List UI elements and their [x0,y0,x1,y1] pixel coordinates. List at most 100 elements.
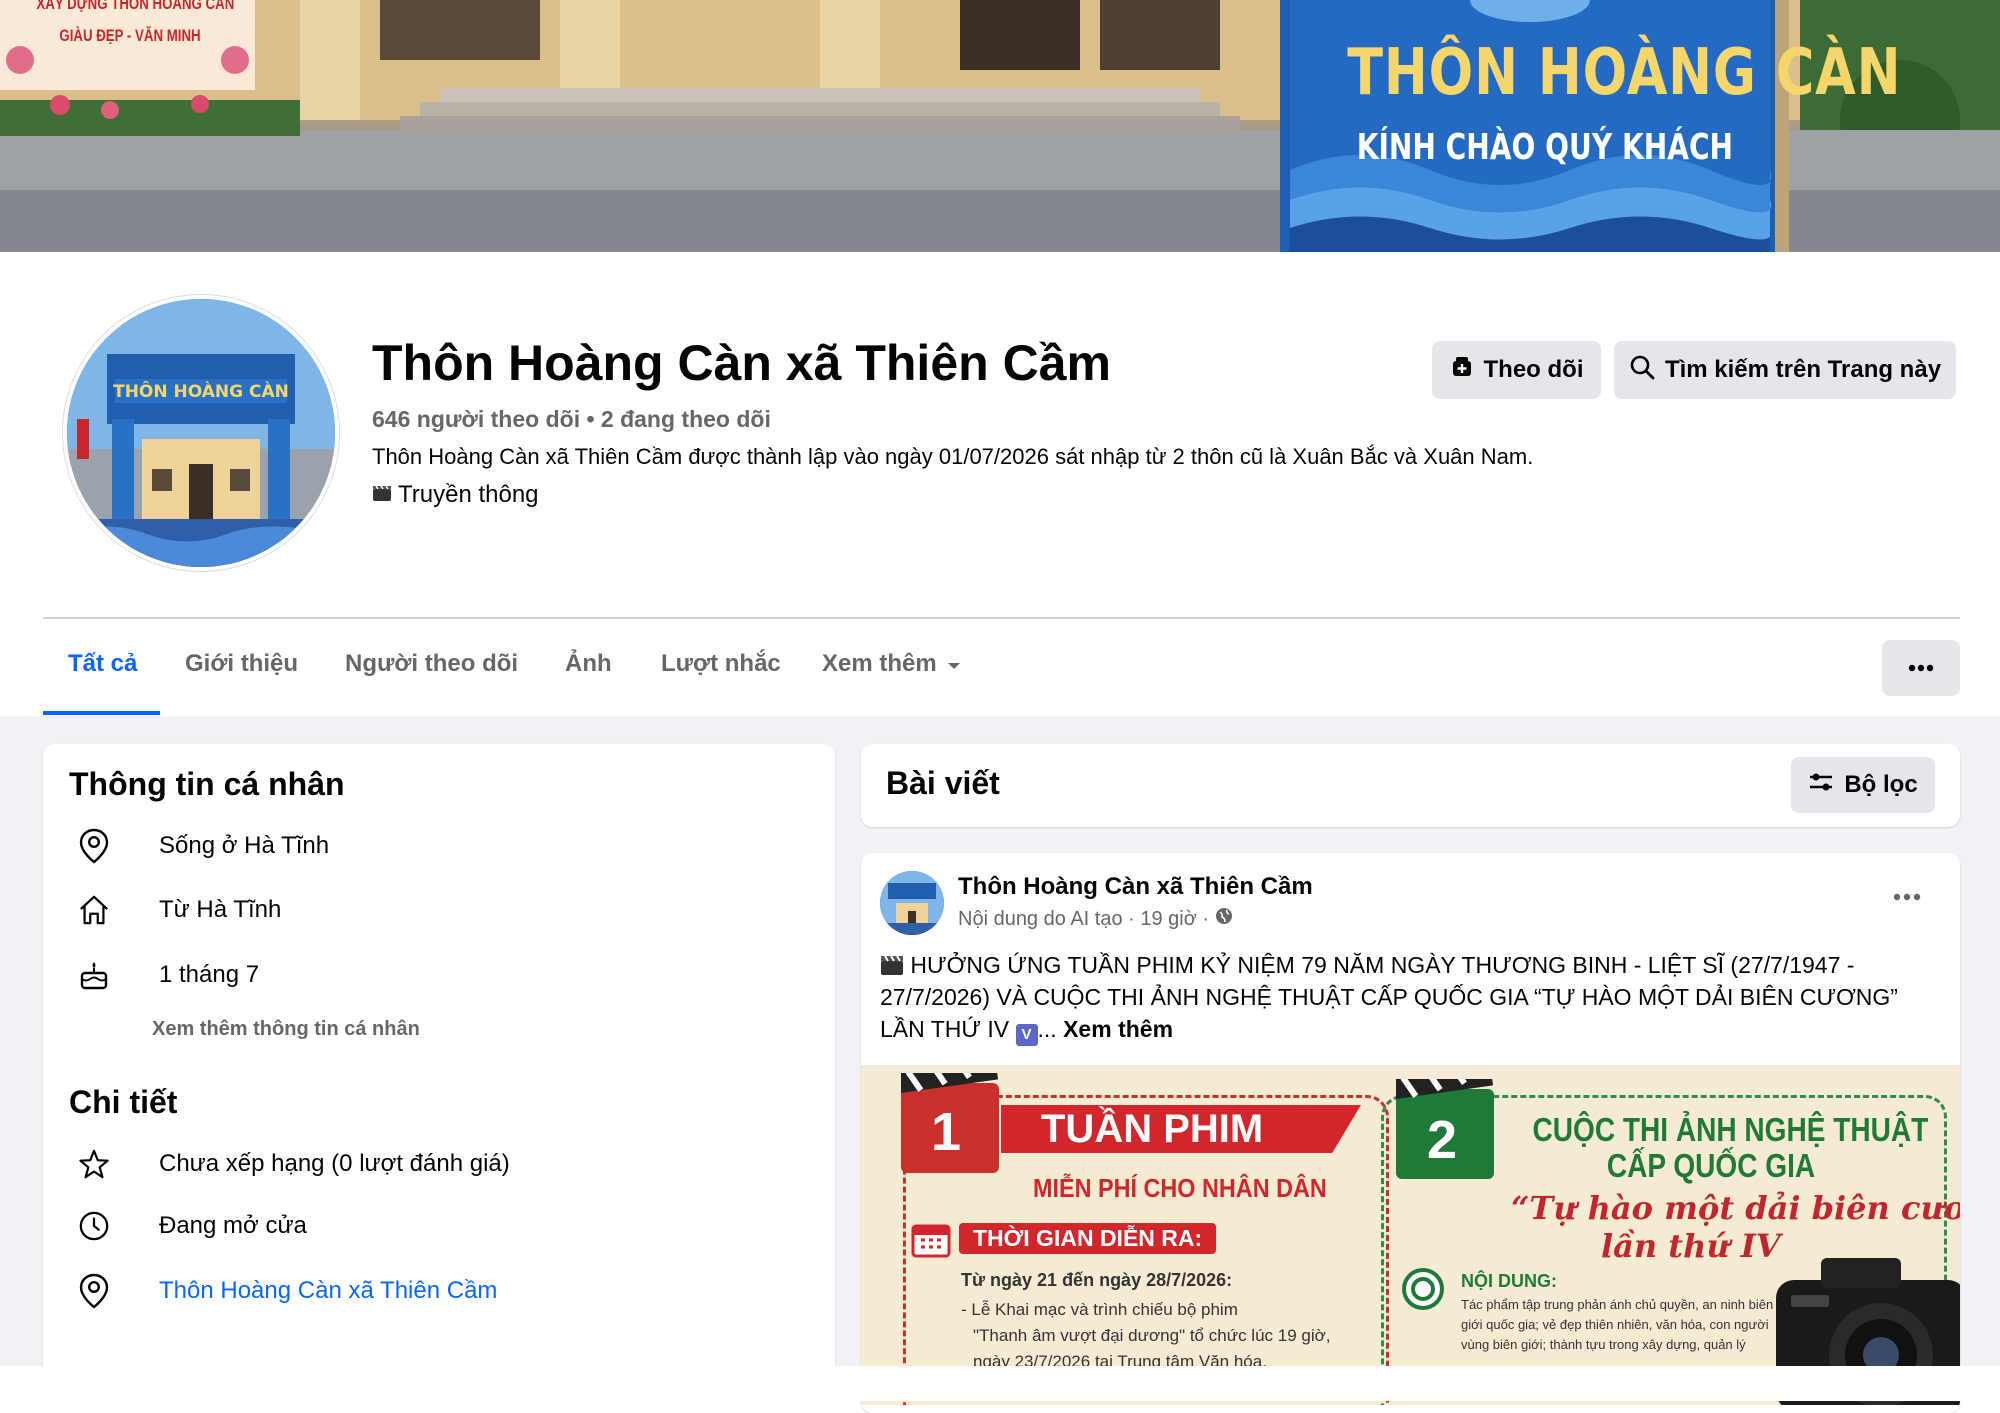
poster-nd-a: Tác phẩm tập trung phản ánh chủ quyền, a… [1461,1297,1774,1312]
tab-mentions[interactable]: Lượt nhắc [661,650,781,678]
followers-count[interactable]: 646 người theo dõi • 2 đang theo dõi [372,406,771,433]
details-row-rating: Chưa xếp hạng (0 lượt đánh giá) [78,1146,510,1182]
tab-mentions-label: Lượt nhắc [661,650,781,677]
poster-sub-1: MIỄN PHÍ CHO NHÂN DÂN [1033,1173,1327,1203]
birthday-cake-icon [78,957,110,993]
cover-banner-line2: GIÀU ĐẸP - VĂN MINH [59,26,201,45]
posts-header: Bài viết Bộ lọc [861,744,1960,827]
details-heading: Chi tiết [69,1084,178,1120]
poster-date-line: Từ ngày 21 đến ngày 28/7/2026: [961,1270,1233,1290]
home-icon [78,892,110,928]
rating-text: Chưa xếp hạng (0 lượt đánh giá) [159,1150,510,1177]
poster-nd-c: vùng biên giới; thành tựu trong xây dựng… [1461,1337,1746,1352]
info-row-lives-in: Sống ở Hà Tĩnh [78,828,329,864]
svg-text:THÔN HOÀNG CÀN: THÔN HOÀNG CÀN [113,380,289,402]
tab-about[interactable]: Giới thiệu [185,650,298,678]
filter-sliders-icon [1808,771,1834,800]
post-meta-text: Nội dung do AI tạo · 19 giờ · [958,907,1210,930]
more-options-button[interactable] [1882,640,1960,696]
tab-about-label: Giới thiệu [185,650,299,677]
more-dots-icon [1908,659,1934,677]
tab-more[interactable]: Xem thêm [822,650,961,678]
posts-heading: Bài viết [886,765,1000,801]
bottom-strip [0,1366,2000,1401]
post-text: HƯỞNG ỨNG TUẦN PHIM KỶ NIỆM 79 NĂM NGÀY … [880,949,1940,1046]
poster-line-a: - Lễ Khai mạc và trình chiếu bộ phim [961,1300,1238,1319]
filter-button-label: Bộ lọc [1844,771,1918,798]
post-image[interactable]: 1 TUẦN PHIM MIỄN PHÍ CHO NHÂN DÂN THỜI G… [861,1065,1960,1405]
poster-line-b: "Thanh âm vượt đại dương" tổ chức lúc 19… [973,1326,1331,1345]
tab-photos[interactable]: Ảnh [565,650,612,678]
location-pin-icon [78,1273,110,1309]
active-tab-indicator [43,711,160,715]
caret-down-icon [947,650,961,678]
poster-time-label: THỜI GIAN DIỄN RA: [959,1223,1217,1254]
info-heading: Thông tin cá nhân [69,766,345,802]
filter-button[interactable]: Bộ lọc [1791,757,1935,813]
post-text-line2: 27/7/2026) VÀ CUỘC THI ẢNH NGHỆ THUẬT CẤ… [880,984,1898,1010]
see-more-info-link[interactable]: Xem thêm thông tin cá nhân [152,1018,420,1041]
poster-title-1: TUẦN PHIM [1041,1106,1264,1151]
details-row-location: Thôn Hoàng Càn xã Thiên Cầm [78,1273,497,1309]
clapperboard-emoji-icon [880,952,910,978]
calendar-icon [911,1220,951,1263]
from-text: Từ Hà Tĩnh [159,896,282,923]
poster-title-1-bar: TUẦN PHIM [1001,1105,1361,1153]
poster-nd-b: giới quốc gia; vẻ đẹp thiên nhiên, văn h… [1461,1317,1769,1332]
post-text-line1: HƯỞNG ỨNG TUẦN PHIM KỶ NIỆM 79 NĂM NGÀY … [910,952,1855,978]
cover-photo[interactable]: XÂY DỰNG THÔN HOÀNG CÀN GIÀU ĐẸP - VĂN M… [0,0,2000,252]
see-more-link[interactable]: Xem thêm [1063,1016,1173,1042]
tab-more-label: Xem thêm [822,650,937,677]
header-divider [43,617,1960,619]
tab-followers[interactable]: Người theo dõi [345,650,518,678]
search-page-button[interactable]: Tìm kiếm trên Trang này [1614,341,1956,399]
tab-photos-label: Ảnh [565,650,612,677]
page-title: Thôn Hoàng Càn xã Thiên Cầm [372,335,1111,391]
page-intro: Thôn Hoàng Càn xã Thiên Cầm được thành l… [372,444,1534,469]
cover-sign-subtitle: KÍNH CHÀO QUÝ KHÁCH [1356,127,1734,168]
poster-title-2a: CUỘC THI ẢNH NGHỆ THUẬT [1532,1111,1929,1148]
location-pin-icon [78,828,110,864]
poster-number-1: 1 [931,1102,962,1162]
follow-button[interactable]: Theo dõi [1432,341,1601,399]
intro-card: Thông tin cá nhân Sống ở Hà Tĩnh Từ Hà T… [43,744,835,1384]
follow-icon [1450,355,1474,386]
post-text-line3: LẦN THỨ IV [880,1016,1010,1042]
search-page-button-label: Tìm kiếm trên Trang này [1664,356,1942,383]
tab-all-label: Tất cả [68,650,138,677]
open-status-text: Đang mở cửa [159,1212,307,1239]
info-row-birthday: 1 tháng 7 [78,957,259,993]
location-link[interactable]: Thôn Hoàng Càn xã Thiên Cầm [159,1277,497,1305]
clock-icon [78,1208,110,1244]
star-icon [78,1146,110,1182]
cover-sign-title: THÔN HOÀNG CÀN [1347,36,1902,110]
page-category-label: Truyền thông [398,481,539,508]
poster-script-1: “Tự hào một dải biên cương” [1511,1189,1960,1227]
v-badge-icon: V [1015,1024,1038,1046]
post-meta: Nội dung do AI tạo · 19 giờ · [958,907,1233,931]
clapperboard-icon [372,481,392,509]
profile-avatar[interactable]: THÔN HOÀNG CÀN [63,295,339,571]
post-author-avatar[interactable] [880,871,944,935]
post-options-button[interactable] [1893,888,1921,906]
tab-all[interactable]: Tất cả [68,650,137,678]
details-row-open: Đang mở cửa [78,1208,307,1244]
more-dots-icon [1893,888,1921,905]
birthday-text: 1 tháng 7 [159,961,260,988]
target-icon [1401,1267,1445,1316]
lives-in-text: Sống ở Hà Tĩnh [159,832,330,859]
info-row-from: Từ Hà Tĩnh [78,892,281,928]
cover-banner-line1: XÂY DỰNG THÔN HOÀNG CÀN [36,0,235,13]
tab-followers-label: Người theo dõi [345,650,519,677]
poster-nd-label: NỘI DUNG: [1461,1271,1557,1291]
post-card: Thôn Hoàng Càn xã Thiên Cầm Nội dung do … [861,853,1960,1413]
globe-icon [1215,907,1233,931]
search-icon [1629,354,1655,387]
post-ellipsis: ... [1037,1016,1057,1042]
post-author-name[interactable]: Thôn Hoàng Càn xã Thiên Cầm [958,873,1313,901]
page-category: Truyền thông [372,481,539,509]
poster-number-2: 2 [1427,1110,1458,1170]
poster-script-2: lần thứ IV [1601,1227,1781,1265]
poster-title-2b: CẤP QUỐC GIA [1606,1147,1816,1184]
follow-button-label: Theo dõi [1483,356,1584,383]
